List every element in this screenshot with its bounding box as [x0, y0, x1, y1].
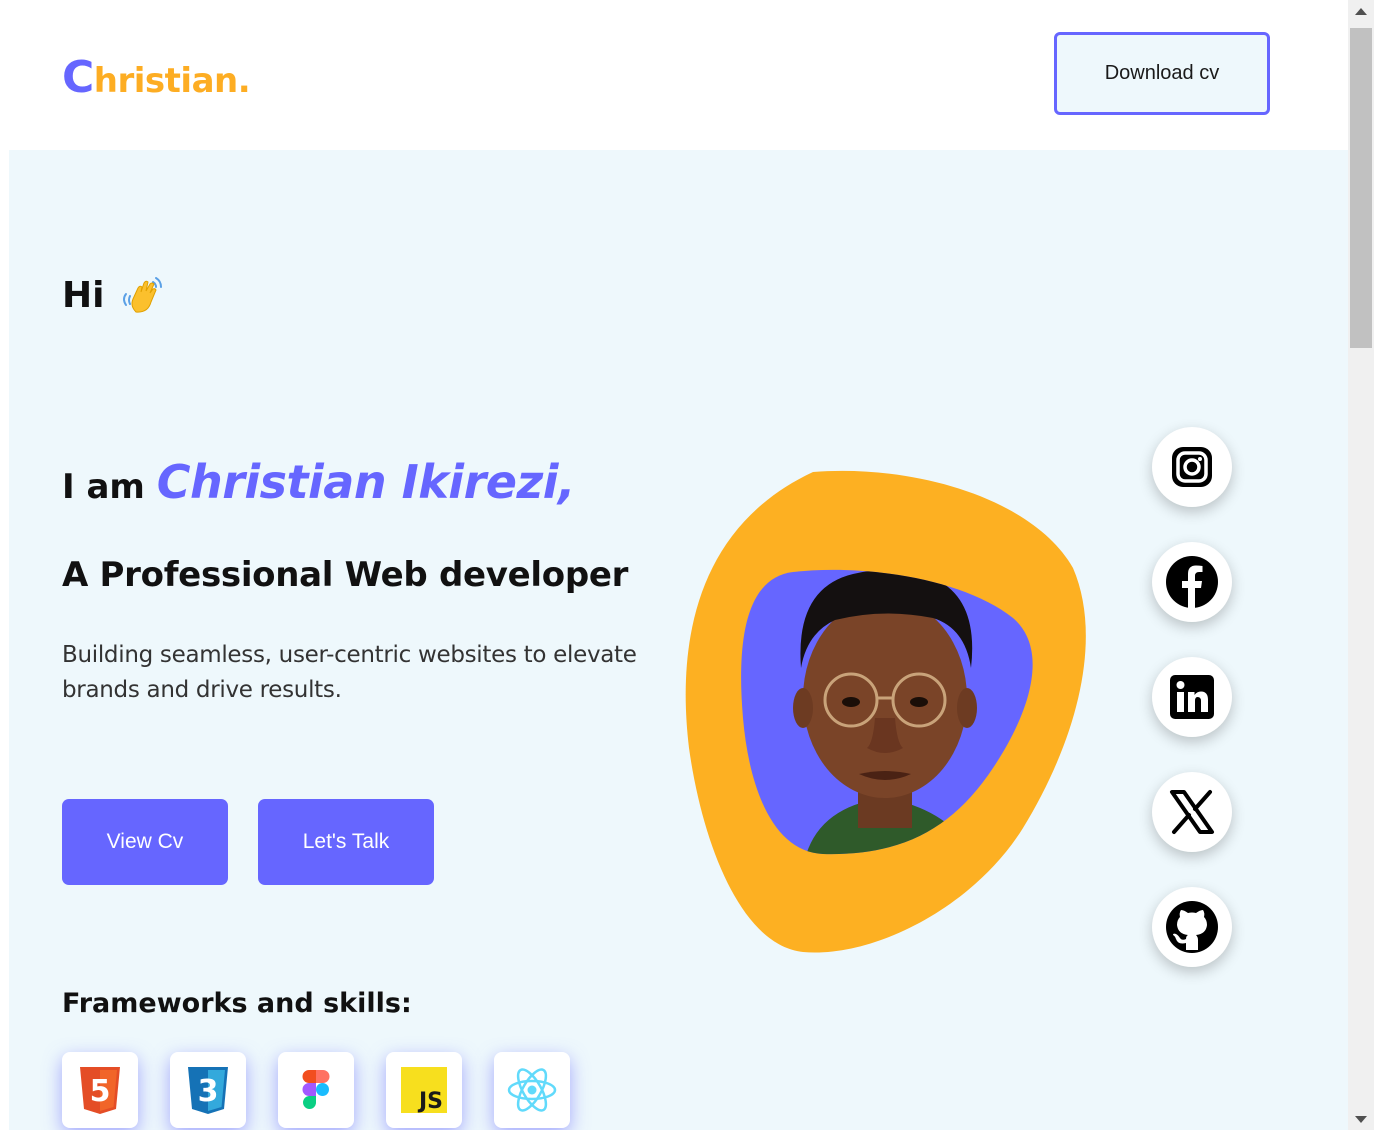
greeting-text: Hi — [62, 274, 105, 316]
skill-javascript: JS — [386, 1052, 462, 1128]
skills-title: Frameworks and skills: — [62, 988, 412, 1019]
js-glyph: JS — [417, 1089, 443, 1113]
x-icon — [1170, 790, 1214, 834]
linkedin-icon — [1170, 675, 1214, 719]
role-heading: A Professional Web developer — [62, 555, 629, 595]
intro-heading: I am Christian Ikirezi, — [62, 455, 575, 509]
hero-section: Hi I am Christian Ikirezi, A Professiona… — [9, 150, 1348, 1130]
site-header: Christian. Download cv — [0, 0, 1348, 150]
instagram-link[interactable] — [1152, 427, 1232, 507]
developer-name: Christian Ikirezi, — [156, 455, 576, 509]
javascript-icon: JS — [401, 1067, 447, 1113]
scrollbar-thumb[interactable] — [1350, 28, 1372, 348]
github-link[interactable] — [1152, 887, 1232, 967]
x-link[interactable] — [1152, 772, 1232, 852]
view-cv-button[interactable]: View Cv — [62, 799, 228, 885]
instagram-icon — [1172, 447, 1212, 487]
intro-prefix: I am — [62, 467, 157, 507]
skill-css3: 3 — [170, 1052, 246, 1128]
download-cv-button[interactable]: Download cv — [1054, 32, 1270, 115]
html5-icon: 5 — [80, 1067, 120, 1114]
scroll-down-arrow-icon[interactable] — [1355, 1116, 1367, 1123]
figma-icon — [302, 1070, 330, 1109]
scrollbar[interactable] — [1348, 0, 1374, 1130]
skill-react — [494, 1052, 570, 1128]
react-icon — [507, 1068, 557, 1112]
logo-dot: . — [237, 61, 251, 101]
linkedin-link[interactable] — [1152, 657, 1232, 737]
facebook-link[interactable] — [1152, 542, 1232, 622]
lets-talk-button[interactable]: Let's Talk — [258, 799, 434, 885]
css3-icon: 3 — [188, 1067, 228, 1114]
logo[interactable]: Christian. — [62, 50, 251, 109]
logo-initial: C — [62, 52, 94, 103]
greeting: Hi — [62, 272, 166, 318]
hero-description: Building seamless, user-centric websites… — [62, 642, 637, 703]
github-icon — [1166, 901, 1218, 953]
waving-hand-icon — [123, 277, 163, 313]
scroll-up-arrow-icon[interactable] — [1355, 8, 1367, 15]
skill-figma — [278, 1052, 354, 1128]
facebook-icon — [1166, 556, 1218, 608]
html5-glyph: 5 — [90, 1074, 111, 1109]
logo-text: hristian — [93, 61, 238, 101]
css3-glyph: 3 — [198, 1074, 219, 1109]
profile-portrait — [685, 470, 1086, 953]
skill-html5: 5 — [62, 1052, 138, 1128]
